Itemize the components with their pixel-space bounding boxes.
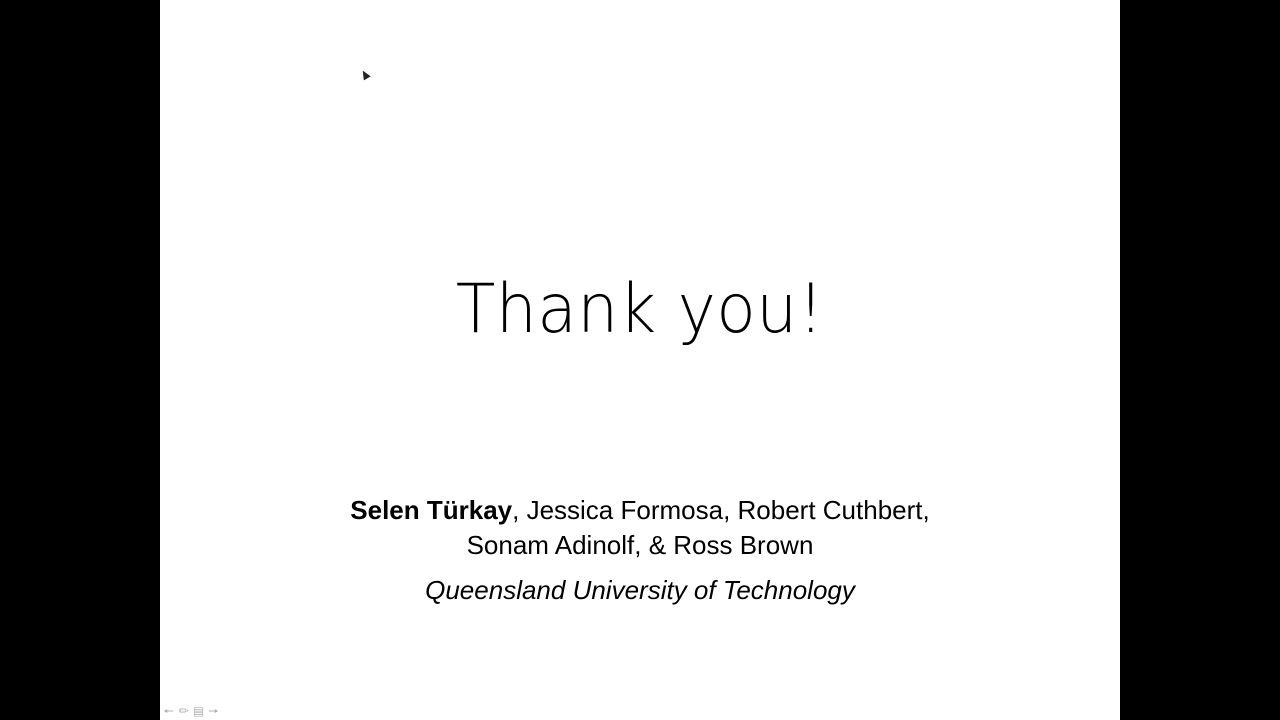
affiliation: Queensland University of Technology bbox=[425, 575, 855, 605]
lead-author: Selen Türkay bbox=[350, 495, 513, 525]
author-list: Selen Türkay, Jessica Formosa, Robert Cu… bbox=[160, 493, 1120, 563]
co-authors-line-1: , Jessica Formosa, Robert Cuthbert, bbox=[512, 495, 930, 525]
letterbox-right bbox=[1120, 0, 1280, 720]
letterbox-left bbox=[0, 0, 160, 720]
author-line-1: Selen Türkay, Jessica Formosa, Robert Cu… bbox=[160, 493, 1120, 528]
previous-slide-icon[interactable]: 🠔 bbox=[162, 704, 175, 718]
next-slide-icon[interactable]: 🠖 bbox=[207, 704, 220, 718]
author-line-2: Sonam Adinolf, & Ross Brown bbox=[466, 530, 814, 560]
presentation-slide[interactable]: Thank you! Selen Türkay, Jessica Formosa… bbox=[160, 0, 1120, 720]
slideshow-toolbar: 🠔 ✏ ▤ 🠖 bbox=[162, 704, 220, 718]
mouse-cursor-icon bbox=[359, 68, 371, 81]
slide-menu-icon[interactable]: ▤ bbox=[192, 704, 205, 718]
pen-icon[interactable]: ✏ bbox=[177, 704, 190, 718]
slide-title: Thank you! bbox=[455, 270, 825, 349]
